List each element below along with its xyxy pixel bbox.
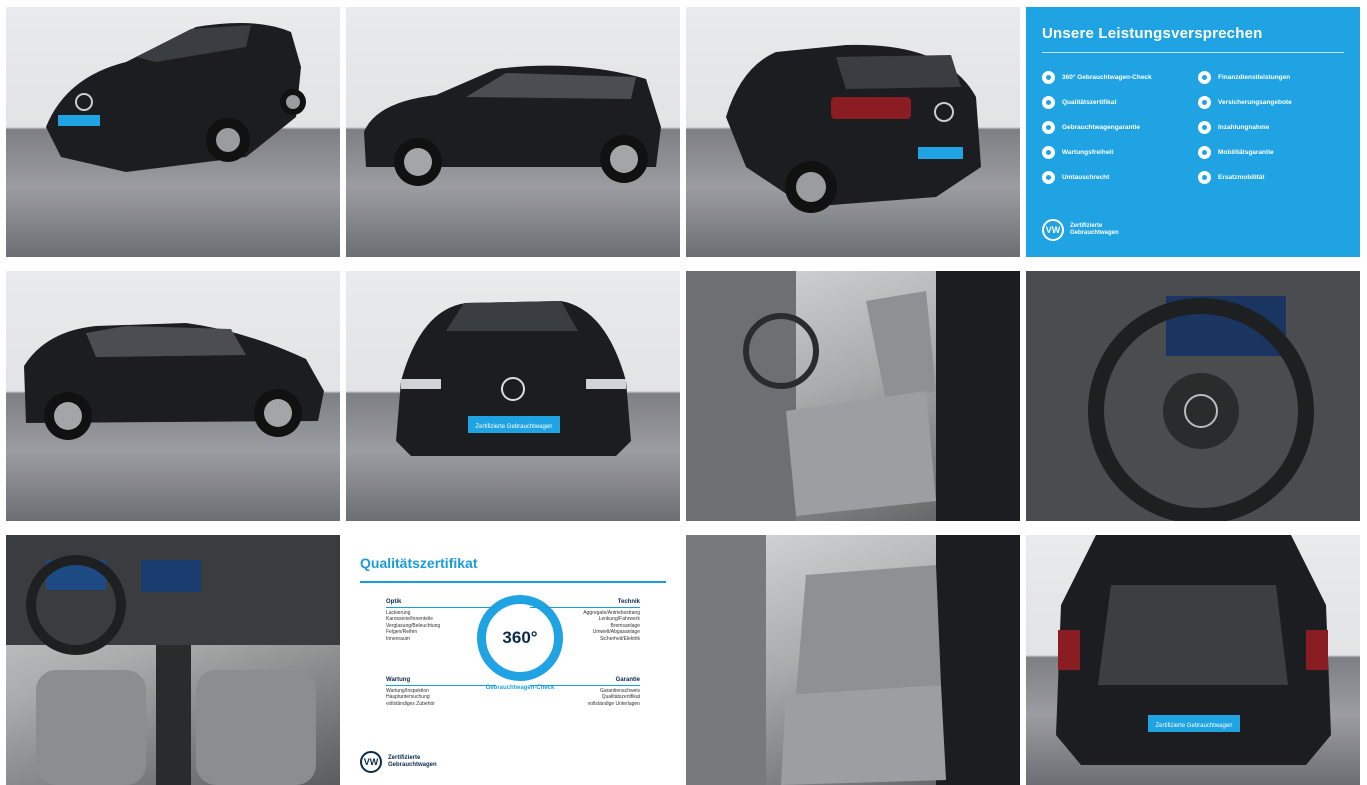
cert-section-technik: Technik Aggregate/Antriebsstrang Lenkung… (530, 599, 640, 643)
certificate-icon (1042, 96, 1055, 109)
cert-title: Qualitätszertifikat (360, 555, 478, 571)
photo-side-right[interactable] (346, 7, 680, 257)
promise-item: Wartungsfreiheit (1042, 146, 1188, 159)
promise-list: 360° Gebrauchtwagen-Check Finanzdienstle… (1042, 71, 1344, 184)
dashboard-image (6, 535, 340, 785)
shield-icon (1042, 121, 1055, 134)
photo-trunk[interactable]: Zertifizierte Gebrauchtwagen (1026, 535, 1360, 785)
cert-section-optik: Optik Lackierung Karosserie/Innenteile V… (386, 599, 496, 643)
svg-text:Zertifizierte Gebrauchtwagen: Zertifizierte Gebrauchtwagen (1155, 723, 1232, 729)
photo-steering-wheel[interactable] (1026, 271, 1360, 521)
photo-front-seats[interactable] (686, 271, 1020, 521)
cert-brand: VW Zertifizierte Gebrauchtwagen (360, 751, 437, 773)
photo-rear-seats[interactable] (686, 535, 1020, 785)
car-front-image: Zertifizierte Gebrauchtwagen (396, 301, 631, 456)
insurance-icon (1198, 96, 1211, 109)
vw-logo-icon: VW (1042, 219, 1064, 241)
cert-section-wartung: Wartung Wartung/Inspektion Hauptuntersuc… (386, 677, 496, 707)
trade-in-icon (1198, 121, 1211, 134)
promise-item: Ersatzmobilität (1198, 171, 1344, 184)
svg-text:Zertifizierte Gebrauchtwagen: Zertifizierte Gebrauchtwagen (475, 424, 552, 430)
check-badge-icon (1042, 71, 1055, 84)
cert-body: 360° Gebrauchtwagen-Check Optik Lackieru… (360, 593, 666, 743)
steering-wheel-image (1026, 271, 1360, 521)
promise-item: Versicherungsangebote (1198, 96, 1344, 109)
promise-item: Finanzdienstleistungen (1198, 71, 1344, 84)
front-seats-image (686, 271, 1020, 521)
car-side-left-image (24, 323, 324, 440)
replacement-car-icon (1198, 171, 1211, 184)
vw-logo-icon: VW (360, 751, 382, 773)
rear-seats-image (686, 535, 1020, 785)
car-rear-three-quarter-image (726, 44, 981, 213)
promise-item: Mobilitätsgarantie (1198, 146, 1344, 159)
photo-front[interactable]: Zertifizierte Gebrauchtwagen (346, 271, 680, 521)
trunk-image: Zertifizierte Gebrauchtwagen (1056, 535, 1331, 765)
promise-item: Qualitätszertifikat (1042, 96, 1188, 109)
promise-divider (1042, 52, 1344, 53)
wrench-icon (1042, 146, 1055, 159)
car-side-right-image (364, 65, 661, 186)
finance-icon (1198, 71, 1211, 84)
cert-section-garantie: Garantie Garantienachweis Qualitätszerti… (530, 677, 640, 707)
promise-item: Inzahlungnahme (1198, 121, 1344, 134)
photo-front-three-quarter[interactable] (6, 7, 340, 257)
mobility-icon (1198, 146, 1211, 159)
cert-divider (360, 581, 666, 583)
quality-certificate-panel[interactable]: Qualitätszertifikat 360° Gebrauchtwagen-… (346, 535, 680, 785)
car-front-three-quarter-image (46, 23, 306, 172)
promise-item: Gebrauchtwagengarantie (1042, 121, 1188, 134)
photo-side-left[interactable] (6, 271, 340, 521)
promise-item: 360° Gebrauchtwagen-Check (1042, 71, 1188, 84)
promise-title: Unsere Leistungsversprechen (1042, 25, 1263, 42)
photo-rear-three-quarter[interactable] (686, 7, 1020, 257)
promise-item: Umtauschrecht (1042, 171, 1188, 184)
image-gallery: Unsere Leistungsversprechen 360° Gebrauc… (0, 0, 1367, 785)
promise-brand: VW Zertifizierte Gebrauchtwagen (1042, 219, 1119, 241)
photo-dashboard[interactable] (6, 535, 340, 785)
exchange-icon (1042, 171, 1055, 184)
promise-panel[interactable]: Unsere Leistungsversprechen 360° Gebrauc… (1026, 7, 1360, 257)
